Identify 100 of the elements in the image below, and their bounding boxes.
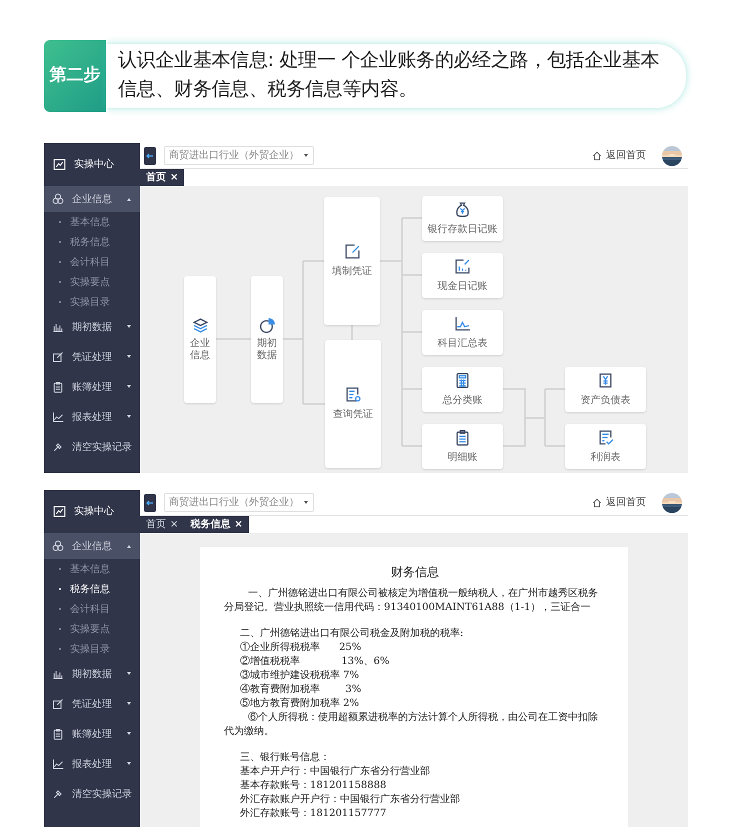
document-text: 二、广州德铭进出口有限公司税金及附加税的税率: — [239, 627, 464, 641]
document-text: ④教育费附加税率 3% — [239, 683, 362, 697]
bullet-icon — [58, 647, 62, 651]
node-label: 明细账 — [448, 450, 478, 464]
close-icon[interactable]: × — [234, 517, 243, 532]
clear-records-button[interactable]: 清空实操记录 — [44, 779, 140, 809]
connector-line — [216, 338, 251, 340]
close-icon[interactable]: × — [170, 517, 178, 532]
collapse-button[interactable] — [144, 494, 156, 512]
caret-icon — [126, 731, 132, 737]
submenu-item[interactable]: 会计科目 — [44, 252, 140, 272]
menu-item[interactable]: 凭证处理 — [44, 689, 140, 719]
node-label: 总分类账 — [442, 394, 482, 408]
document-text: ⑤地方教育费附加税率 2% — [239, 697, 360, 711]
cluster-icon — [52, 540, 64, 552]
bullet-icon — [58, 240, 62, 244]
tab[interactable]: 首页 × — [140, 516, 184, 533]
document-text: 基本户开户行：中国银行广东省分行营业部 — [239, 765, 431, 779]
bullet-icon — [58, 260, 62, 264]
document-text: ③城市维护建设税税率 7% — [239, 669, 360, 683]
flow-node[interactable]: 明细账 — [422, 424, 503, 469]
tab[interactable]: 首页 × — [140, 169, 184, 186]
arrow-left-icon — [146, 498, 154, 506]
step-description: 认识企业基本信息: 处理一 个企业账务的必经之路，包括企业基本信息、财务信息、税务信息等内容。 — [106, 44, 686, 108]
submenu-item[interactable]: 实操要点 — [44, 272, 140, 292]
flow-node[interactable]: 企业信息 — [184, 276, 216, 403]
submenu-item[interactable]: 实操要点 — [44, 619, 140, 639]
tab[interactable]: 税务信息 × — [184, 516, 249, 533]
caret-icon — [126, 384, 132, 390]
submenu-item[interactable]: 基本信息 — [44, 212, 140, 232]
caret-icon — [126, 354, 132, 360]
edit-icon — [52, 351, 64, 363]
caret-icon — [126, 196, 132, 202]
menu-item[interactable]: 期初数据 — [44, 659, 140, 689]
caret-icon — [126, 324, 132, 330]
flow-node[interactable]: 总分类账 — [422, 367, 503, 412]
menu-item[interactable]: 期初数据 — [44, 312, 140, 342]
home-link[interactable]: 返回首页 — [592, 148, 646, 163]
bullet-icon — [58, 627, 62, 631]
company-select[interactable]: 商贸进出口行业（外贸企业） — [164, 493, 314, 512]
menu-item[interactable]: 账簿处理 — [44, 719, 140, 749]
line-chart-icon — [52, 411, 64, 423]
home-icon — [592, 150, 602, 160]
cluster-icon — [52, 193, 64, 205]
submenu-item[interactable]: 税务信息 — [44, 579, 140, 599]
bar-chart-icon — [52, 321, 64, 333]
arrow-left-icon — [146, 152, 154, 160]
line-chart-icon — [454, 314, 471, 332]
flow-node[interactable]: 资产负债表 — [565, 367, 646, 412]
flow-node[interactable]: 科目汇总表 — [422, 310, 503, 355]
menu-item[interactable]: 凭证处理 — [44, 342, 140, 372]
step-badge: 第二步 — [44, 40, 106, 112]
submenu-item[interactable]: 基本信息 — [44, 559, 140, 579]
node-label: 现金日记账 — [438, 280, 488, 294]
clipboard-icon — [52, 381, 64, 393]
caret-icon — [126, 701, 132, 707]
clipboard-icon — [52, 728, 64, 740]
node-label: 科目汇总表 — [438, 336, 488, 350]
submenu-item[interactable]: 实操目录 — [44, 639, 140, 659]
menu-item[interactable]: 报表处理 — [44, 749, 140, 779]
menu-item[interactable]: 企业信息 — [44, 186, 140, 212]
menu-item[interactable]: 报表处理 — [44, 402, 140, 432]
document-text: ②增值税税率 13%、6% — [239, 655, 390, 669]
caret-icon — [303, 500, 309, 506]
node-label: 企业信息 — [190, 338, 210, 362]
bullet-icon — [58, 587, 62, 591]
close-icon[interactable]: × — [170, 170, 178, 185]
bar-chart-icon — [454, 258, 471, 274]
company-select[interactable]: 商贸进出口行业（外贸企业） — [164, 146, 314, 165]
caret-icon — [126, 671, 132, 677]
document-text: ⑥个人所得税：使用超额累进税率的方法计算个人所得税，由公司在工资中扣除代为缴纳。 — [224, 711, 599, 739]
chart-board-icon — [53, 505, 66, 518]
sidebar-title: 实操中心 — [74, 158, 114, 172]
submenu-item[interactable]: 会计科目 — [44, 599, 140, 619]
flow-node[interactable]: 填制凭证 — [324, 197, 380, 325]
submenu-item[interactable]: 税务信息 — [44, 232, 140, 252]
edit-icon — [344, 243, 360, 260]
clear-records-button[interactable]: 清空实操记录 — [44, 432, 140, 462]
flow-node[interactable]: 利润表 — [565, 424, 646, 469]
collapse-button[interactable] — [144, 146, 156, 164]
menu-item[interactable]: 账簿处理 — [44, 372, 140, 402]
home-link[interactable]: 返回首页 — [592, 495, 646, 510]
broom-icon — [52, 788, 64, 800]
node-label: 查询凭证 — [333, 408, 373, 422]
document-text: 外汇存款账户开户行：中国银行广东省分行营业部 — [239, 793, 461, 807]
document-text: ①企业所得税税率 25% — [239, 641, 362, 655]
connector-line — [502, 388, 566, 447]
flow-node[interactable]: 查询凭证 — [325, 340, 381, 468]
flow-node[interactable]: 银行存款日记账 — [422, 196, 503, 241]
submenu-item[interactable]: 实操目录 — [44, 292, 140, 312]
flow-node[interactable]: 期初数据 — [251, 276, 283, 403]
menu-item[interactable]: 企业信息 — [44, 533, 140, 559]
flow-node[interactable]: 现金日记账 — [422, 253, 503, 298]
bullet-icon — [58, 220, 62, 224]
node-label: 利润表 — [590, 450, 620, 464]
bullet-icon — [58, 567, 62, 571]
node-label: 银行存款日记账 — [428, 222, 498, 236]
document-text: 三、银行账号信息： — [239, 751, 331, 765]
calculator-icon — [454, 372, 471, 388]
bullet-icon — [58, 300, 62, 304]
